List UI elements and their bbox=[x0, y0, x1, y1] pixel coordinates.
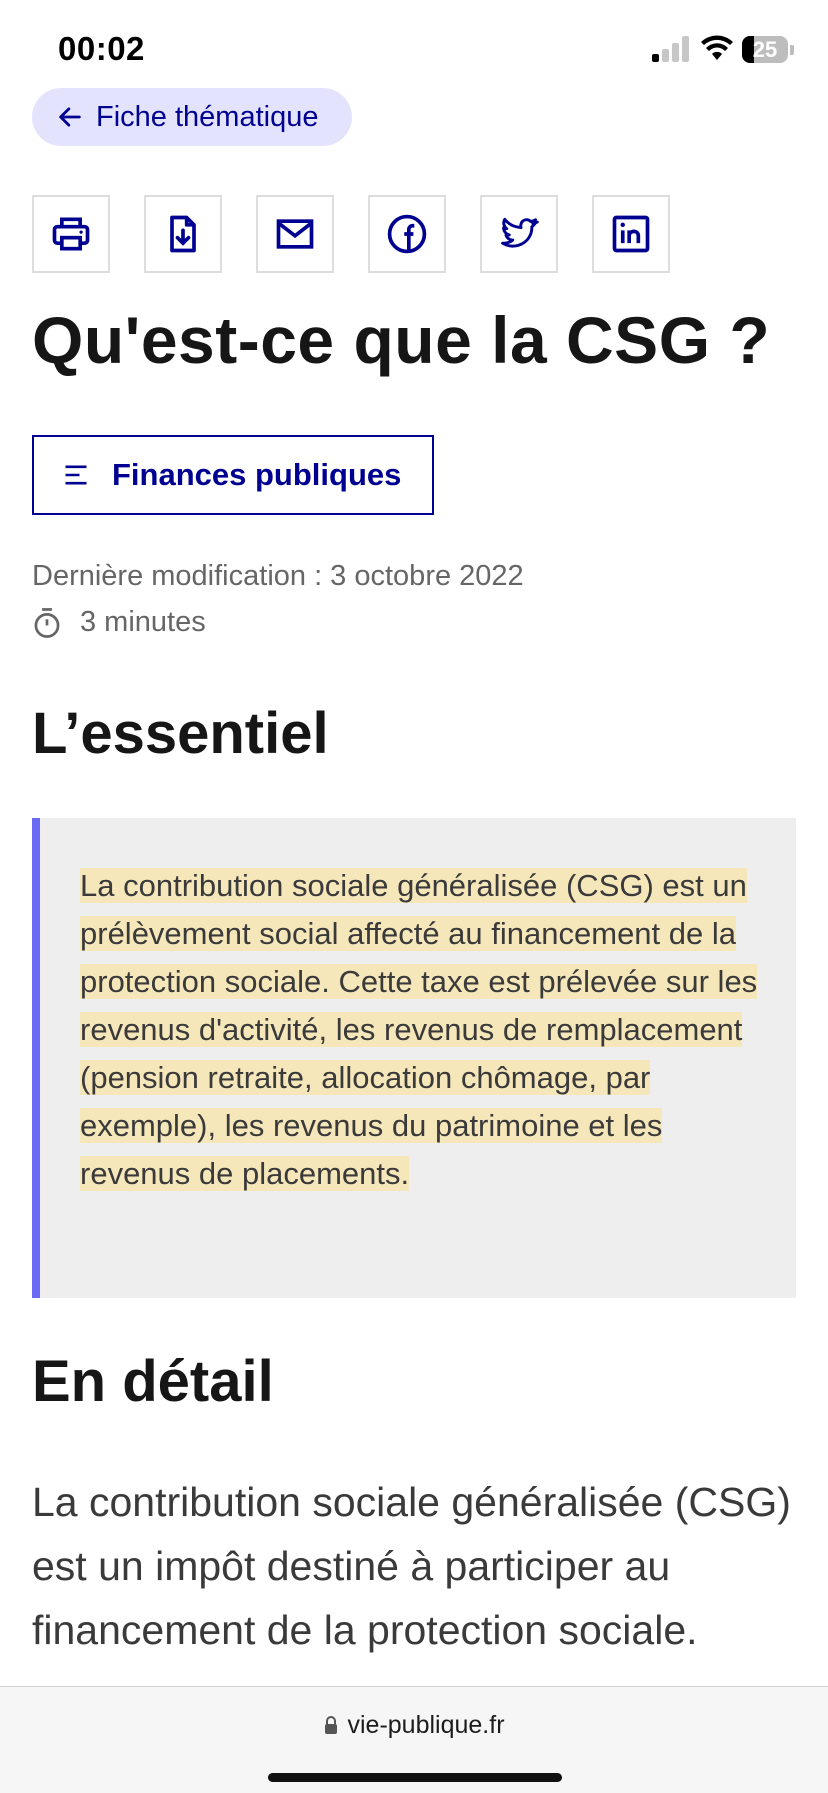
reading-time: 3 minutes bbox=[32, 606, 206, 639]
print-button[interactable] bbox=[32, 195, 110, 273]
signal-icon bbox=[652, 36, 690, 62]
wifi-icon bbox=[701, 35, 733, 60]
back-to-fiche-thematique-button[interactable]: Fiche thématique bbox=[32, 88, 352, 146]
timer-icon bbox=[34, 607, 60, 638]
detail-paragraph: La contribution sociale généralisée (CSG… bbox=[32, 1479, 791, 1653]
url-text: vie-publique.fr bbox=[347, 1711, 505, 1739]
print-icon bbox=[52, 217, 90, 251]
facebook-icon bbox=[387, 214, 427, 254]
download-button[interactable] bbox=[144, 195, 222, 273]
highlighted-text: La contribution sociale généralisée (CSG… bbox=[80, 868, 758, 1191]
topic-label: Finances publiques bbox=[112, 457, 402, 492]
mail-icon bbox=[276, 219, 314, 249]
twitter-share-button[interactable] bbox=[480, 195, 558, 273]
essentiel-text: La contribution sociale généralisée (CSG… bbox=[80, 862, 770, 1198]
battery-icon: 25 bbox=[742, 36, 788, 63]
page-title: Qu'est-ce que la CSG ? bbox=[32, 303, 771, 377]
topic-finances-publiques-button[interactable]: Finances publiques bbox=[32, 435, 434, 515]
twitter-icon bbox=[501, 217, 539, 248]
linkedin-share-button[interactable] bbox=[592, 195, 670, 273]
reading-time-text: 3 minutes bbox=[80, 606, 206, 638]
facebook-share-button[interactable] bbox=[368, 195, 446, 273]
status-time: 00:02 bbox=[58, 30, 145, 67]
status-bar: 00:02 25 bbox=[0, 0, 828, 96]
menu-icon bbox=[65, 465, 87, 485]
download-icon bbox=[170, 215, 196, 253]
battery-tip bbox=[790, 45, 794, 55]
battery-level: 25 bbox=[752, 37, 778, 62]
share-toolbar bbox=[32, 195, 704, 273]
lock-icon bbox=[325, 1716, 338, 1734]
detail-heading: En détail bbox=[32, 1349, 274, 1414]
essentiel-callout: La contribution sociale généralisée (CSG… bbox=[32, 818, 796, 1298]
home-indicator bbox=[268, 1773, 562, 1782]
essentiel-heading: L’essentiel bbox=[32, 701, 329, 766]
back-label: Fiche thématique bbox=[96, 100, 319, 133]
arrow-left-icon bbox=[59, 107, 81, 127]
last-modified: Dernière modification : 3 octobre 2022 bbox=[32, 560, 524, 592]
email-share-button[interactable] bbox=[256, 195, 334, 273]
url-field[interactable]: vie-publique.fr bbox=[0, 1711, 828, 1740]
browser-address-bar: vie-publique.fr bbox=[0, 1686, 828, 1793]
linkedin-icon bbox=[612, 215, 650, 253]
